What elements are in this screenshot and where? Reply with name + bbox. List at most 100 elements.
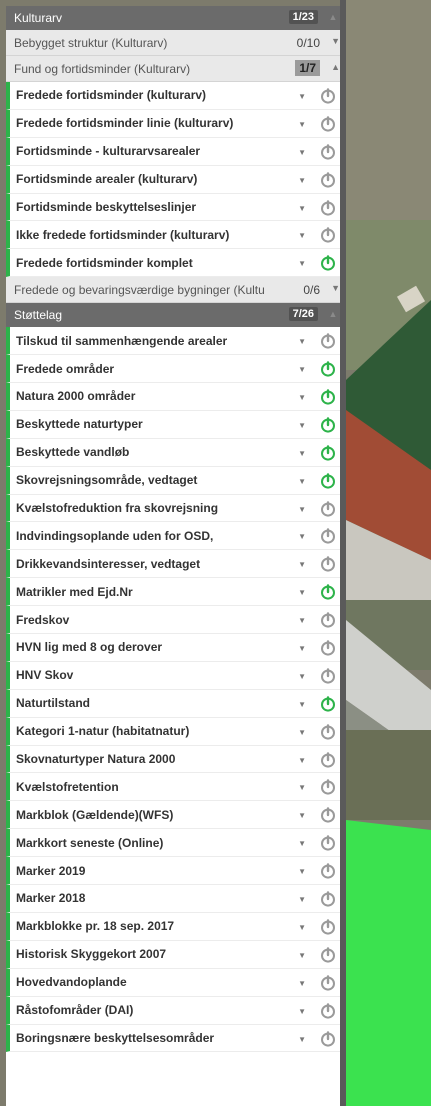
power-icon[interactable] xyxy=(320,919,336,935)
chevron-up-icon[interactable]: ▲ xyxy=(326,307,340,321)
power-icon[interactable] xyxy=(320,975,336,991)
subgroup-header[interactable]: Bebygget struktur (Kulturarv) 0/10 ▼ xyxy=(6,30,346,56)
caret-down-icon[interactable]: ▼ xyxy=(298,588,306,597)
scrollbar[interactable] xyxy=(340,0,346,1106)
layer-row[interactable]: Kategori 1-natur (habitatnatur) ▼ xyxy=(6,717,346,746)
power-icon[interactable] xyxy=(320,528,336,545)
power-icon[interactable] xyxy=(320,779,336,796)
layer-row[interactable]: HNV Skov ▼ xyxy=(6,661,346,690)
power-icon[interactable] xyxy=(320,1030,336,1047)
layer-row[interactable]: Fortidsminde beskyttelseslinjer ▼ xyxy=(6,193,346,222)
power-icon[interactable] xyxy=(320,835,336,851)
layer-row[interactable]: Markblokke pr. 18 sep. 2017 ▼ xyxy=(6,912,346,941)
group-header[interactable]: Støttelag 7/26 ▲ xyxy=(6,303,346,328)
caret-down-icon[interactable]: ▼ xyxy=(298,120,306,129)
caret-down-icon[interactable]: ▼ xyxy=(298,839,306,848)
power-icon[interactable] xyxy=(320,417,336,433)
caret-down-icon[interactable]: ▼ xyxy=(298,728,306,737)
chevron-up-icon[interactable]: ▲ xyxy=(331,62,340,72)
layer-row[interactable]: Markblok (Gældende)(WFS) ▼ xyxy=(6,801,346,830)
caret-down-icon[interactable]: ▼ xyxy=(298,756,306,765)
power-icon[interactable] xyxy=(320,333,336,349)
layer-row[interactable]: Fortidsminde - kulturarvsarealer ▼ xyxy=(6,137,346,166)
caret-down-icon[interactable]: ▼ xyxy=(298,644,306,653)
layer-row[interactable]: Tilskud til sammenhængende arealer ▼ xyxy=(6,327,346,356)
layer-row[interactable]: Natura 2000 områder ▼ xyxy=(6,383,346,411)
power-icon[interactable] xyxy=(320,584,336,600)
caret-down-icon[interactable]: ▼ xyxy=(298,672,306,681)
caret-down-icon[interactable]: ▼ xyxy=(298,176,306,185)
power-icon[interactable] xyxy=(320,947,336,963)
power-icon[interactable] xyxy=(320,116,336,132)
layer-row[interactable]: Naturtilstand ▼ xyxy=(6,689,346,718)
caret-down-icon[interactable]: ▼ xyxy=(298,1007,306,1016)
power-icon[interactable] xyxy=(320,612,336,628)
caret-down-icon[interactable]: ▼ xyxy=(298,393,306,402)
power-icon[interactable] xyxy=(320,751,336,768)
layer-row[interactable]: Hovedvandoplande ▼ xyxy=(6,968,346,997)
power-icon[interactable] xyxy=(320,227,336,244)
chevron-down-icon[interactable]: ▼ xyxy=(331,36,340,46)
layer-row[interactable]: Drikkevandsinteresser, vedtaget ▼ xyxy=(6,550,346,579)
caret-down-icon[interactable]: ▼ xyxy=(298,700,306,709)
power-icon[interactable] xyxy=(320,891,336,907)
power-icon[interactable] xyxy=(320,144,336,160)
caret-down-icon[interactable]: ▼ xyxy=(298,895,306,904)
layer-row[interactable]: HVN lig med 8 og derover ▼ xyxy=(6,634,346,662)
layer-row[interactable]: Beskyttede naturtyper ▼ xyxy=(6,410,346,439)
power-icon[interactable] xyxy=(320,88,336,104)
power-icon[interactable] xyxy=(320,556,336,572)
layer-row[interactable]: Boringsnære beskyttelsesområder ▼ xyxy=(6,1024,346,1053)
layer-row[interactable]: Matrikler med Ejd.Nr ▼ xyxy=(6,578,346,607)
caret-down-icon[interactable]: ▼ xyxy=(298,477,306,486)
caret-down-icon[interactable]: ▼ xyxy=(298,811,306,820)
caret-down-icon[interactable]: ▼ xyxy=(298,421,306,430)
layer-row[interactable]: Ikke fredede fortidsminder (kulturarv) ▼ xyxy=(6,221,346,250)
caret-down-icon[interactable]: ▼ xyxy=(298,1035,306,1044)
caret-down-icon[interactable]: ▼ xyxy=(298,616,306,625)
layer-row[interactable]: Fredskov ▼ xyxy=(6,606,346,635)
power-icon[interactable] xyxy=(320,472,336,489)
group-header[interactable]: Kulturarv 1/23 ▲ xyxy=(6,6,346,30)
layer-row[interactable]: Fredede fortidsminder komplet ▼ xyxy=(6,249,346,278)
layer-row[interactable]: Råstofområder (DAI) ▼ xyxy=(6,996,346,1025)
caret-down-icon[interactable]: ▼ xyxy=(298,560,306,569)
layer-row[interactable]: Fredede områder ▼ xyxy=(6,355,346,384)
layer-row[interactable]: Marker 2018 ▼ xyxy=(6,885,346,913)
caret-down-icon[interactable]: ▼ xyxy=(298,951,306,960)
layer-row[interactable]: Historisk Skyggekort 2007 ▼ xyxy=(6,940,346,969)
power-icon[interactable] xyxy=(320,171,336,188)
layer-row[interactable]: Skovnaturtyper Natura 2000 ▼ xyxy=(6,745,346,774)
caret-down-icon[interactable]: ▼ xyxy=(298,92,306,101)
layer-row[interactable]: Skovrejsningsområde, vedtaget ▼ xyxy=(6,466,346,495)
power-icon[interactable] xyxy=(320,668,336,684)
caret-down-icon[interactable]: ▼ xyxy=(298,532,306,541)
layer-row[interactable]: Kvælstofreduktion fra skovrejsning ▼ xyxy=(6,494,346,523)
subgroup-header[interactable]: Fredede og bevaringsværdige bygninger (K… xyxy=(6,277,346,304)
caret-down-icon[interactable]: ▼ xyxy=(298,923,306,932)
chevron-down-icon[interactable]: ▼ xyxy=(331,283,340,293)
caret-down-icon[interactable]: ▼ xyxy=(298,505,306,514)
caret-down-icon[interactable]: ▼ xyxy=(298,259,306,268)
power-icon[interactable] xyxy=(320,199,336,216)
power-icon[interactable] xyxy=(320,696,336,712)
caret-down-icon[interactable]: ▼ xyxy=(298,231,306,240)
power-icon[interactable] xyxy=(320,500,336,517)
power-icon[interactable] xyxy=(320,255,336,271)
power-icon[interactable] xyxy=(320,389,336,405)
layer-row[interactable]: Kvælstofretention ▼ xyxy=(6,773,346,802)
caret-down-icon[interactable]: ▼ xyxy=(298,867,306,876)
power-icon[interactable] xyxy=(320,807,336,823)
power-icon[interactable] xyxy=(320,863,336,879)
caret-down-icon[interactable]: ▼ xyxy=(298,337,306,346)
caret-down-icon[interactable]: ▼ xyxy=(298,979,306,988)
layer-row[interactable]: Indvindingsoplande uden for OSD, ▼ xyxy=(6,522,346,551)
power-icon[interactable] xyxy=(320,1002,336,1019)
caret-down-icon[interactable]: ▼ xyxy=(298,204,306,213)
caret-down-icon[interactable]: ▼ xyxy=(298,449,306,458)
caret-down-icon[interactable]: ▼ xyxy=(298,148,306,157)
power-icon[interactable] xyxy=(320,640,336,656)
power-icon[interactable] xyxy=(320,361,336,377)
caret-down-icon[interactable]: ▼ xyxy=(298,365,306,374)
layer-row[interactable]: Marker 2019 ▼ xyxy=(6,857,346,886)
